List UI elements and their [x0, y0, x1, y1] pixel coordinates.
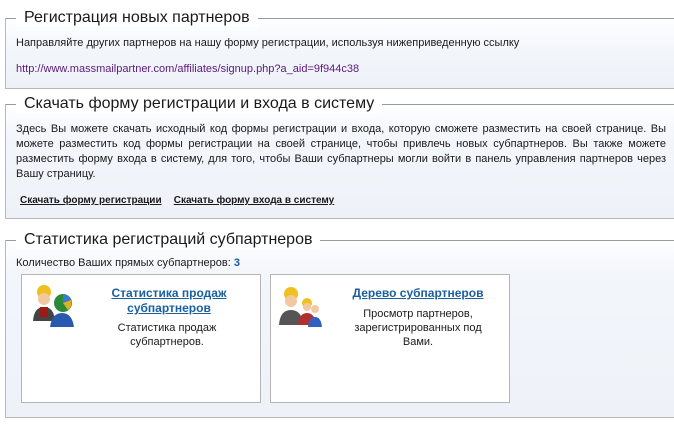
subaffiliate-tree-card[interactable]: Дерево субпартнеров Просмотр партнеров, … — [270, 274, 510, 403]
users-group-icon — [279, 287, 322, 327]
sales-stats-card[interactable]: Статистика продаж субпартнеров Статистик… — [21, 274, 261, 403]
sales-stats-desc: Статистика продаж субпартнеров. — [117, 322, 217, 348]
download-signup-form-link[interactable]: Скачать форму регистрации — [20, 195, 162, 206]
subaffiliate-tree-link[interactable]: Дерево субпартнеров — [343, 286, 493, 301]
subaffiliate-count: Количество Ваших прямых субпартнеров: 3 — [16, 256, 240, 271]
download-legend: Скачать форму регистрации и входа в сист… — [6, 94, 674, 114]
signup-link[interactable]: http://www.massmailpartner.com/affiliate… — [16, 63, 359, 75]
subaffiliate-tree-desc: Просмотр партнеров, зарегистрированных п… — [354, 308, 482, 348]
signup-description: Направляйте других партнеров на нашу фор… — [16, 37, 520, 49]
stats-title: Статистика регистраций субпартнеров — [16, 231, 321, 249]
subaffiliate-count-value: 3 — [233, 257, 240, 269]
signup-panel: Регистрация новых партнеров Направляйте … — [5, 9, 674, 89]
users-chart-icon — [33, 285, 74, 327]
subaffiliate-count-label: Количество Ваших прямых субпартнеров: — [16, 257, 231, 269]
download-login-form-link[interactable]: Скачать форму входа в систему — [174, 195, 335, 206]
sales-stats-link[interactable]: Статистика продаж субпартнеров — [94, 286, 244, 316]
signup-legend: Регистрация новых партнеров — [6, 8, 674, 28]
download-description: Здесь Вы можете скачать исходный код фор… — [16, 123, 666, 180]
stats-legend: Статистика регистраций субпартнеров — [6, 230, 674, 250]
download-title: Скачать форму регистрации и входа в сист… — [16, 95, 383, 113]
subaffiliate-stats-panel: Статистика регистраций субпартнеров Коли… — [5, 231, 674, 418]
download-forms-panel: Скачать форму регистрации и входа в сист… — [5, 95, 674, 219]
signup-title: Регистрация новых партнеров — [16, 9, 258, 27]
